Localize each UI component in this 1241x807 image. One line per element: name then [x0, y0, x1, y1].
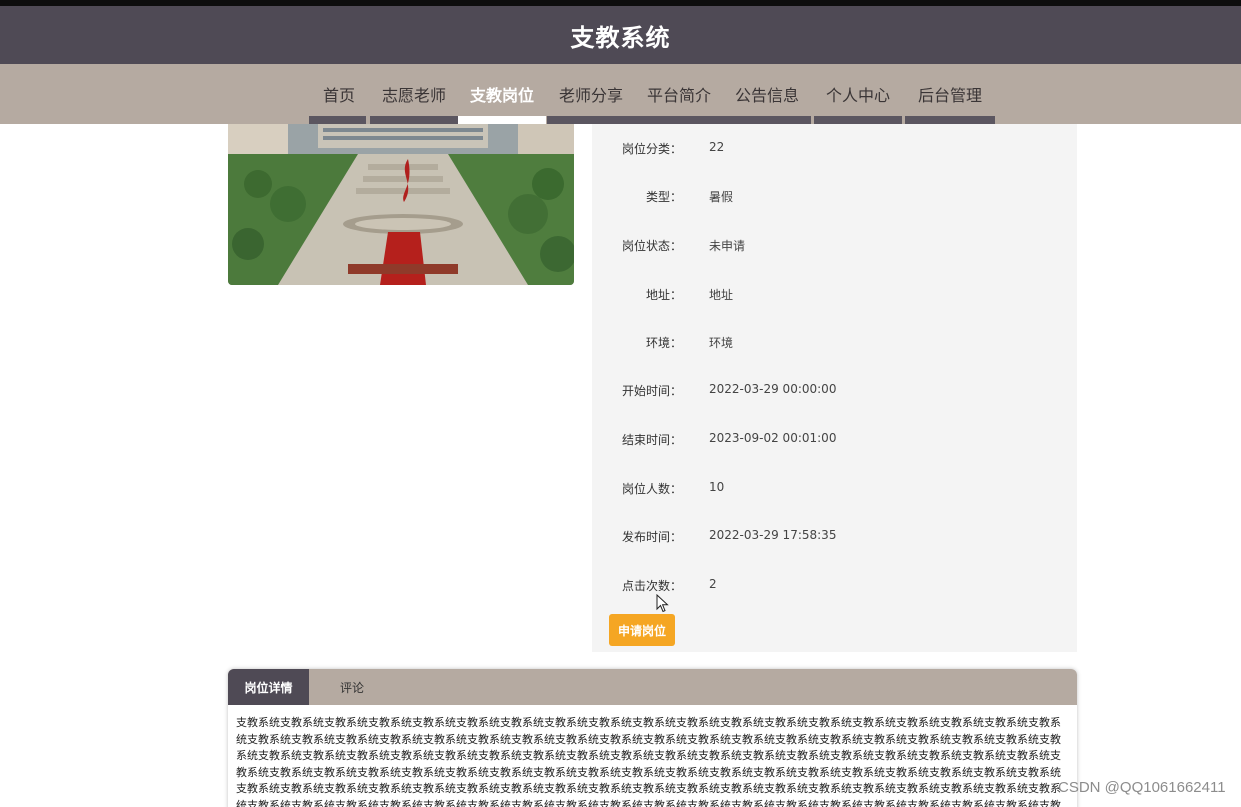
info-label: 开始时间：: [621, 384, 682, 398]
nav-underline: [905, 116, 995, 124]
info-label: 地址：: [645, 288, 682, 302]
nav-underline: [547, 116, 811, 124]
info-row-status: 岗位状态： 未申请: [592, 237, 1077, 257]
nav-underline: [370, 116, 458, 124]
info-label: 岗位状态：: [621, 239, 682, 253]
info-label: 结束时间：: [621, 433, 682, 447]
info-row-headcount: 岗位人数： 10: [592, 480, 1077, 500]
position-detail-text: 支教系统支教系统支教系统支教系统支教系统支教系统支教系统支教系统支教系统支教系统…: [236, 716, 1061, 807]
watermark: CSDN @QQ1061662411: [1058, 779, 1226, 796]
main-nav: 首页 志愿老师 支教岗位 老师分享 平台简介 公告信息 个人中心 后台管理: [0, 64, 1241, 124]
info-value: 2: [709, 577, 717, 591]
nav-item-platform-intro[interactable]: 平台简介: [635, 64, 723, 124]
info-label: 环境：: [645, 336, 682, 350]
apply-position-button[interactable]: 申请岗位: [609, 614, 675, 646]
nav-item-teaching-positions[interactable]: 支教岗位: [458, 64, 546, 124]
info-row-end-time: 结束时间： 2023-09-02 00:01:00: [592, 431, 1077, 451]
nav-item-personal-center[interactable]: 个人中心: [814, 64, 902, 124]
nav-item-admin[interactable]: 后台管理: [905, 64, 995, 124]
tab-position-details[interactable]: 岗位详情: [228, 669, 309, 705]
info-row-type: 类型： 暑假: [592, 188, 1077, 208]
info-value: 环境: [709, 336, 734, 350]
nav-item-home[interactable]: 首页: [312, 64, 366, 124]
tab-comments[interactable]: 评论: [309, 669, 395, 705]
mouse-cursor-icon: [656, 594, 669, 613]
site-title: 支教系统: [570, 23, 671, 52]
info-value: 22: [709, 140, 725, 154]
nav-item-announcements[interactable]: 公告信息: [723, 64, 811, 124]
nav-underline: [814, 116, 902, 124]
tabs-bar: 岗位详情 评论: [228, 669, 1077, 705]
info-row-environment: 环境： 环境: [592, 334, 1077, 354]
nav-item-teacher-sharing[interactable]: 老师分享: [547, 64, 635, 124]
nav-underline: [309, 116, 366, 124]
info-value: 地址: [709, 288, 734, 302]
info-value: 2022-03-29 00:00:00: [709, 382, 837, 396]
info-row-address: 地址： 地址: [592, 286, 1077, 306]
nav-item-volunteer-teachers[interactable]: 志愿老师: [370, 64, 458, 124]
info-value: 2023-09-02 00:01:00: [709, 431, 837, 445]
position-photo: [228, 124, 574, 285]
info-label: 类型：: [645, 190, 682, 204]
site-header: 支教系统: [0, 6, 1241, 64]
info-value: 2022-03-29 17:58:35: [709, 528, 837, 542]
info-row-category: 岗位分类： 22: [592, 140, 1077, 160]
info-label: 发布时间：: [621, 530, 682, 544]
detail-tabs-panel: 岗位详情 评论 支教系统支教系统支教系统支教系统支教系统支教系统支教系统支教系统…: [228, 669, 1077, 807]
info-row-publish-time: 发布时间： 2022-03-29 17:58:35: [592, 528, 1077, 548]
info-label: 岗位人数：: [621, 482, 682, 496]
nav-underline-active: [458, 116, 546, 124]
info-label: 岗位分类：: [621, 142, 682, 156]
info-label: 点击次数：: [621, 579, 682, 593]
info-row-start-time: 开始时间： 2022-03-29 00:00:00: [592, 382, 1077, 402]
info-value: 10: [709, 480, 725, 494]
info-value: 暑假: [709, 190, 734, 204]
info-value: 未申请: [709, 239, 746, 253]
